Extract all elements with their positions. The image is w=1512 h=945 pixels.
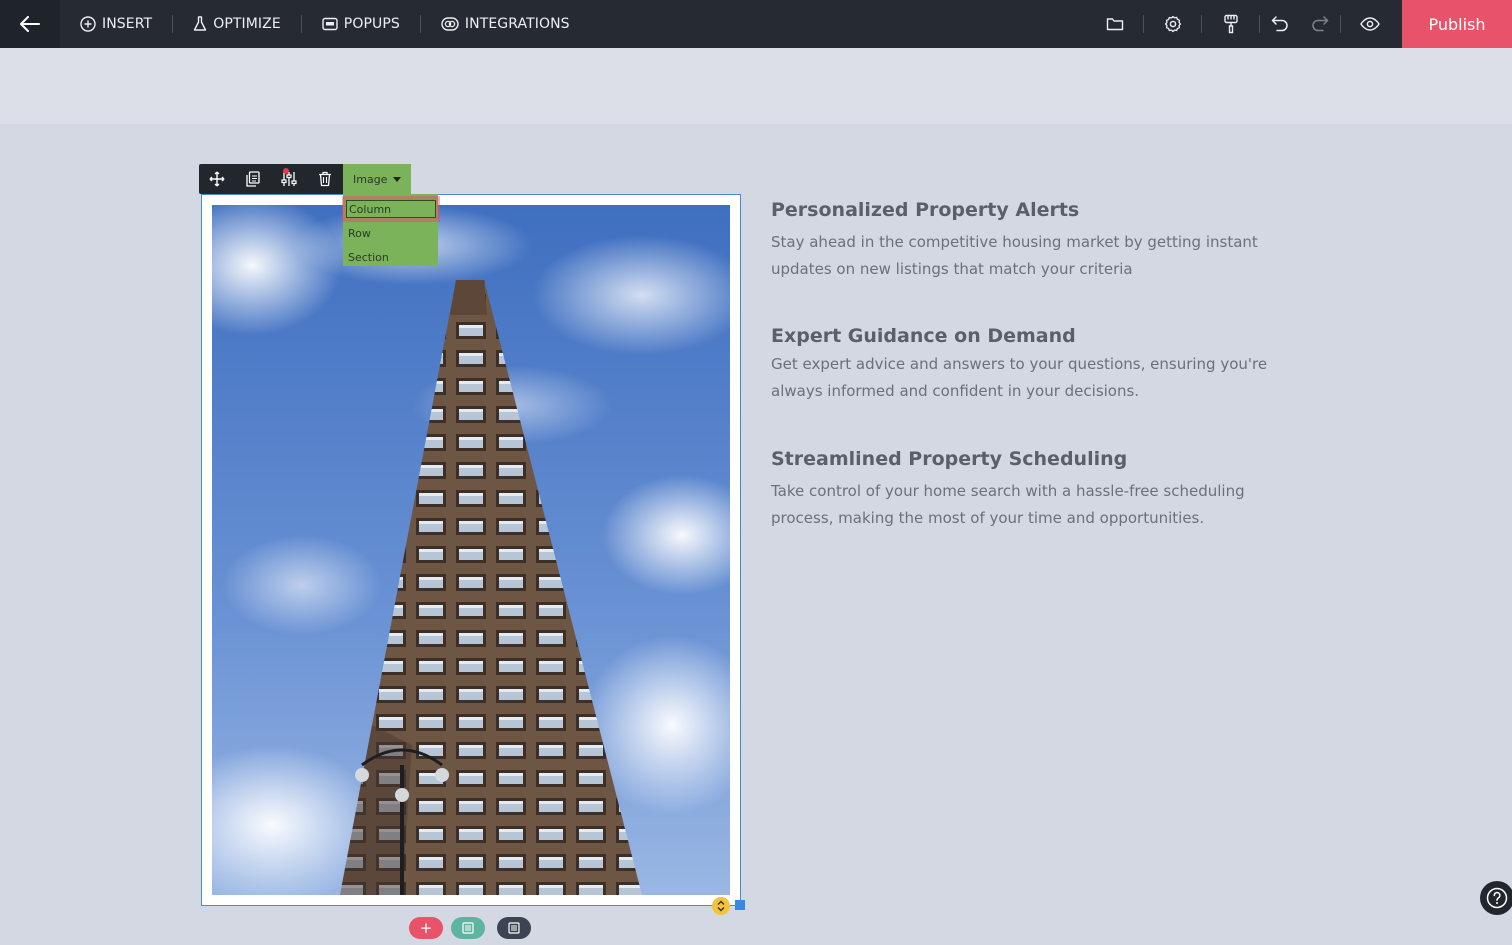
notification-dot xyxy=(283,168,289,174)
add-element-button[interactable]: + xyxy=(409,917,443,939)
integrations-menu[interactable]: INTEGRATIONS xyxy=(421,0,590,48)
settings-icon xyxy=(1164,15,1181,33)
element-toolbar: Image xyxy=(199,164,412,194)
insert-label: INSERT xyxy=(102,16,153,32)
chevron-up-down-icon xyxy=(717,900,725,912)
popups-label: POPUPS xyxy=(343,16,400,32)
feature-block[interactable]: Expert Guidance on Demand Get expert adv… xyxy=(771,325,1291,405)
delete-button[interactable] xyxy=(307,164,343,194)
plus-circle-icon xyxy=(80,16,96,32)
page-header-section[interactable] xyxy=(0,48,1512,124)
move-button[interactable] xyxy=(199,164,235,194)
integrations-label: INTEGRATIONS xyxy=(464,16,570,32)
right-tools: Publish xyxy=(1086,0,1512,48)
duplicate-button[interactable] xyxy=(235,164,271,194)
flask-icon xyxy=(194,16,207,31)
building-image[interactable] xyxy=(212,205,730,895)
feature-title: Streamlined Property Scheduling xyxy=(771,448,1128,470)
section-icon xyxy=(508,922,520,934)
files-button[interactable] xyxy=(1086,0,1143,48)
settings-sliders-button[interactable] xyxy=(271,164,307,194)
image-element-selected[interactable] xyxy=(201,194,741,906)
top-toolbar: INSERT OPTIMIZE POPUPS INTEGRATIONS Publ… xyxy=(0,0,1512,48)
help-button[interactable] xyxy=(1480,881,1512,915)
redo-button[interactable] xyxy=(1300,0,1340,48)
duplicate-icon xyxy=(246,171,260,187)
feature-title: Expert Guidance on Demand xyxy=(771,325,1076,347)
feature-body: Stay ahead in the competitive housing ma… xyxy=(771,233,1258,278)
folder-icon xyxy=(1106,18,1123,31)
preview-button[interactable] xyxy=(1341,0,1398,48)
popup-window-icon xyxy=(322,17,338,31)
optimize-label: OPTIMIZE xyxy=(213,16,281,32)
undo-icon xyxy=(1271,16,1288,32)
undo-button[interactable] xyxy=(1260,0,1300,48)
element-type-label: Image xyxy=(353,172,388,186)
dropdown-item-section[interactable]: Section xyxy=(343,245,438,269)
publish-button[interactable]: Publish xyxy=(1402,0,1512,48)
plus-icon: + xyxy=(419,918,433,937)
popups-menu[interactable]: POPUPS xyxy=(302,0,420,48)
redo-icon xyxy=(1312,16,1329,32)
optimize-menu[interactable]: OPTIMIZE xyxy=(173,0,301,48)
feature-title: Personalized Property Alerts xyxy=(771,199,1080,221)
eye-preview-icon xyxy=(1359,17,1380,31)
feature-body: Get expert advice and answers to your qu… xyxy=(771,355,1268,400)
add-row-button[interactable] xyxy=(451,917,485,939)
row-icon xyxy=(462,922,474,934)
element-type-selector[interactable]: Image xyxy=(343,164,412,194)
move-icon xyxy=(209,171,225,187)
settings-button[interactable] xyxy=(1144,0,1201,48)
arrow-left-icon xyxy=(20,16,40,32)
resize-knob[interactable] xyxy=(712,897,730,915)
integrations-icon xyxy=(441,17,459,31)
paint-roller-icon xyxy=(1223,14,1238,34)
insert-menu[interactable]: INSERT xyxy=(60,0,172,48)
caret-down-icon xyxy=(393,176,402,182)
dropdown-item-row[interactable]: Row xyxy=(343,221,438,245)
back-button[interactable] xyxy=(0,0,60,48)
tower-photo xyxy=(212,205,730,895)
trash-icon xyxy=(319,171,331,187)
styles-button[interactable] xyxy=(1202,0,1259,48)
feature-body: Take control of your home search with a … xyxy=(771,482,1245,527)
add-section-button[interactable] xyxy=(497,917,531,939)
resize-handle[interactable] xyxy=(735,900,745,910)
feature-block[interactable]: Streamlined Property Scheduling Take con… xyxy=(771,448,1291,532)
feature-block[interactable]: Personalized Property Alerts Stay ahead … xyxy=(771,199,1291,283)
question-circle-icon xyxy=(1486,887,1508,909)
dropdown-item-column[interactable]: Column xyxy=(346,200,436,218)
element-type-dropdown: Column Row Section xyxy=(343,194,438,266)
